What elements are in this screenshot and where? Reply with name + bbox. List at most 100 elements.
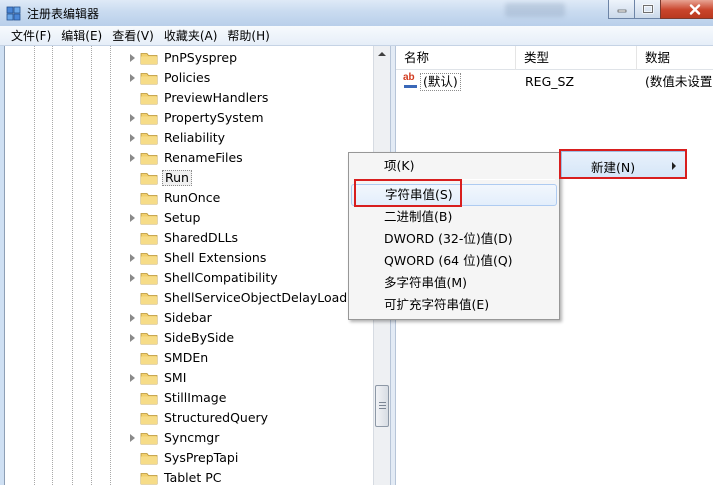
expand-arrow-icon[interactable] [130, 114, 135, 122]
window-controls [608, 0, 713, 19]
menu-item-string-value[interactable]: 字符串值(S) [351, 184, 557, 206]
tree-item-label: PropertySystem [164, 110, 264, 125]
menu-bar: 文件(F) 编辑(E) 查看(V) 收藏夹(A) 帮助(H) [0, 26, 713, 46]
list-item[interactable]: ab (默认) REG_SZ (数值未设置 [396, 72, 713, 91]
folder-icon [140, 211, 158, 225]
tree-item-label: PreviewHandlers [164, 90, 269, 105]
folder-icon [140, 351, 158, 365]
menu-item-new-label: 新建(N) [591, 160, 636, 175]
menu-file[interactable]: 文件(F) [6, 27, 56, 45]
tree-item-label: PnPSysprep [164, 50, 238, 65]
title-blur-area [505, 3, 565, 17]
tree-item[interactable]: RunOnce [5, 188, 376, 208]
tree-item[interactable]: Setup [5, 208, 376, 228]
expand-arrow-icon[interactable] [130, 154, 135, 162]
folder-icon [140, 291, 158, 305]
expand-arrow-icon[interactable] [130, 214, 135, 222]
maximize-button[interactable] [634, 0, 661, 19]
folder-icon [140, 271, 158, 285]
menu-favorites[interactable]: 收藏夹(A) [159, 27, 223, 45]
tree-item[interactable]: PnPSysprep [5, 48, 376, 68]
expand-arrow-icon[interactable] [130, 314, 135, 322]
tree-item[interactable]: SideBySide [5, 328, 376, 348]
column-name[interactable]: 名称 [396, 46, 516, 70]
registry-tree[interactable]: PnPSysprep Policies PreviewHandlers Propert… [4, 46, 394, 485]
tree-item-label: SysPrepTapi [164, 450, 239, 465]
folder-icon [140, 431, 158, 445]
tree-item[interactable]: PreviewHandlers [5, 88, 376, 108]
folder-icon [140, 471, 158, 485]
tree-item-label: Reliability [164, 130, 226, 145]
maximize-icon [641, 4, 654, 14]
expand-arrow-icon[interactable] [130, 434, 135, 442]
folder-icon [140, 391, 158, 405]
tree-item[interactable]: SharedDLLs [5, 228, 376, 248]
folder-icon [140, 91, 158, 105]
tree-item[interactable]: StillImage [5, 388, 376, 408]
tree-item[interactable]: Policies [5, 68, 376, 88]
tree-item-label: ShellCompatibility [164, 270, 278, 285]
menu-item-dword-value[interactable]: DWORD (32-位)值(D) [351, 228, 557, 250]
expand-arrow-icon[interactable] [130, 254, 135, 262]
menu-item-new[interactable]: 新建(N) [561, 151, 686, 178]
tree-item-label: Tablet PC [164, 470, 222, 485]
menu-item-expandable-string-value[interactable]: 可扩充字符串值(E) [351, 294, 557, 316]
tree-item[interactable]: ShellCompatibility [5, 268, 376, 288]
menu-item-key[interactable]: 项(K) [351, 155, 557, 177]
expand-arrow-icon[interactable] [130, 334, 135, 342]
menu-item-binary-value[interactable]: 二进制值(B) [351, 206, 557, 228]
folder-icon [140, 311, 158, 325]
tree-item-label: SharedDLLs [164, 230, 239, 245]
menu-edit[interactable]: 编辑(E) [56, 27, 107, 45]
folder-icon [140, 251, 158, 265]
tree-item[interactable]: Shell Extensions [5, 248, 376, 268]
folder-icon [140, 451, 158, 465]
minimize-button[interactable] [608, 0, 635, 19]
column-data[interactable]: 数据 [637, 46, 713, 70]
close-icon [689, 3, 701, 15]
tree-item[interactable]: Reliability [5, 128, 376, 148]
folder-icon [140, 51, 158, 65]
tree-item-label: Syncmgr [164, 430, 220, 445]
tree-item[interactable]: PropertySystem [5, 108, 376, 128]
tree-item-label: Run [162, 170, 192, 186]
minimize-icon [617, 9, 626, 13]
close-button[interactable] [660, 0, 713, 19]
folder-icon [140, 371, 158, 385]
menu-item-multi-string-value[interactable]: 多字符串值(M) [351, 272, 557, 294]
menu-help[interactable]: 帮助(H) [222, 27, 274, 45]
menu-item-qword-value[interactable]: QWORD (64 位)值(Q) [351, 250, 557, 272]
tree-item-label: RunOnce [164, 190, 221, 205]
tree-item-label: SMDEn [164, 350, 209, 365]
tree-item[interactable]: SMI [5, 368, 376, 388]
scroll-up-arrow-icon[interactable] [378, 52, 386, 56]
tree-item[interactable]: RenameFiles [5, 148, 376, 168]
value-name: (默认) [420, 73, 461, 91]
folder-icon [140, 331, 158, 345]
grip-line [379, 402, 386, 403]
column-type[interactable]: 类型 [516, 46, 637, 70]
folder-icon [140, 231, 158, 245]
tree-item[interactable]: SMDEn [5, 348, 376, 368]
menu-view[interactable]: 查看(V) [107, 27, 159, 45]
tree-item[interactable]: ShellServiceObjectDelayLoad [5, 288, 376, 308]
tree-item[interactable]: Run [5, 168, 376, 188]
tree-item[interactable]: Syncmgr [5, 428, 376, 448]
tree-item[interactable]: Sidebar [5, 308, 376, 328]
list-header: 名称 类型 数据 [396, 46, 713, 70]
folder-icon [140, 111, 158, 125]
folder-icon [140, 151, 158, 165]
expand-arrow-icon[interactable] [130, 54, 135, 62]
scroll-thumb[interactable] [375, 385, 389, 427]
regedit-app-icon [6, 6, 21, 21]
expand-arrow-icon[interactable] [130, 274, 135, 282]
tree-item[interactable]: Tablet PC [5, 468, 376, 485]
tree-item[interactable]: StructuredQuery [5, 408, 376, 428]
folder-icon [140, 131, 158, 145]
tree-item-label: RenameFiles [164, 150, 243, 165]
value-data: (数值未设置 [645, 74, 713, 89]
expand-arrow-icon[interactable] [130, 134, 135, 142]
expand-arrow-icon[interactable] [130, 74, 135, 82]
expand-arrow-icon[interactable] [130, 374, 135, 382]
tree-item[interactable]: SysPrepTapi [5, 448, 376, 468]
